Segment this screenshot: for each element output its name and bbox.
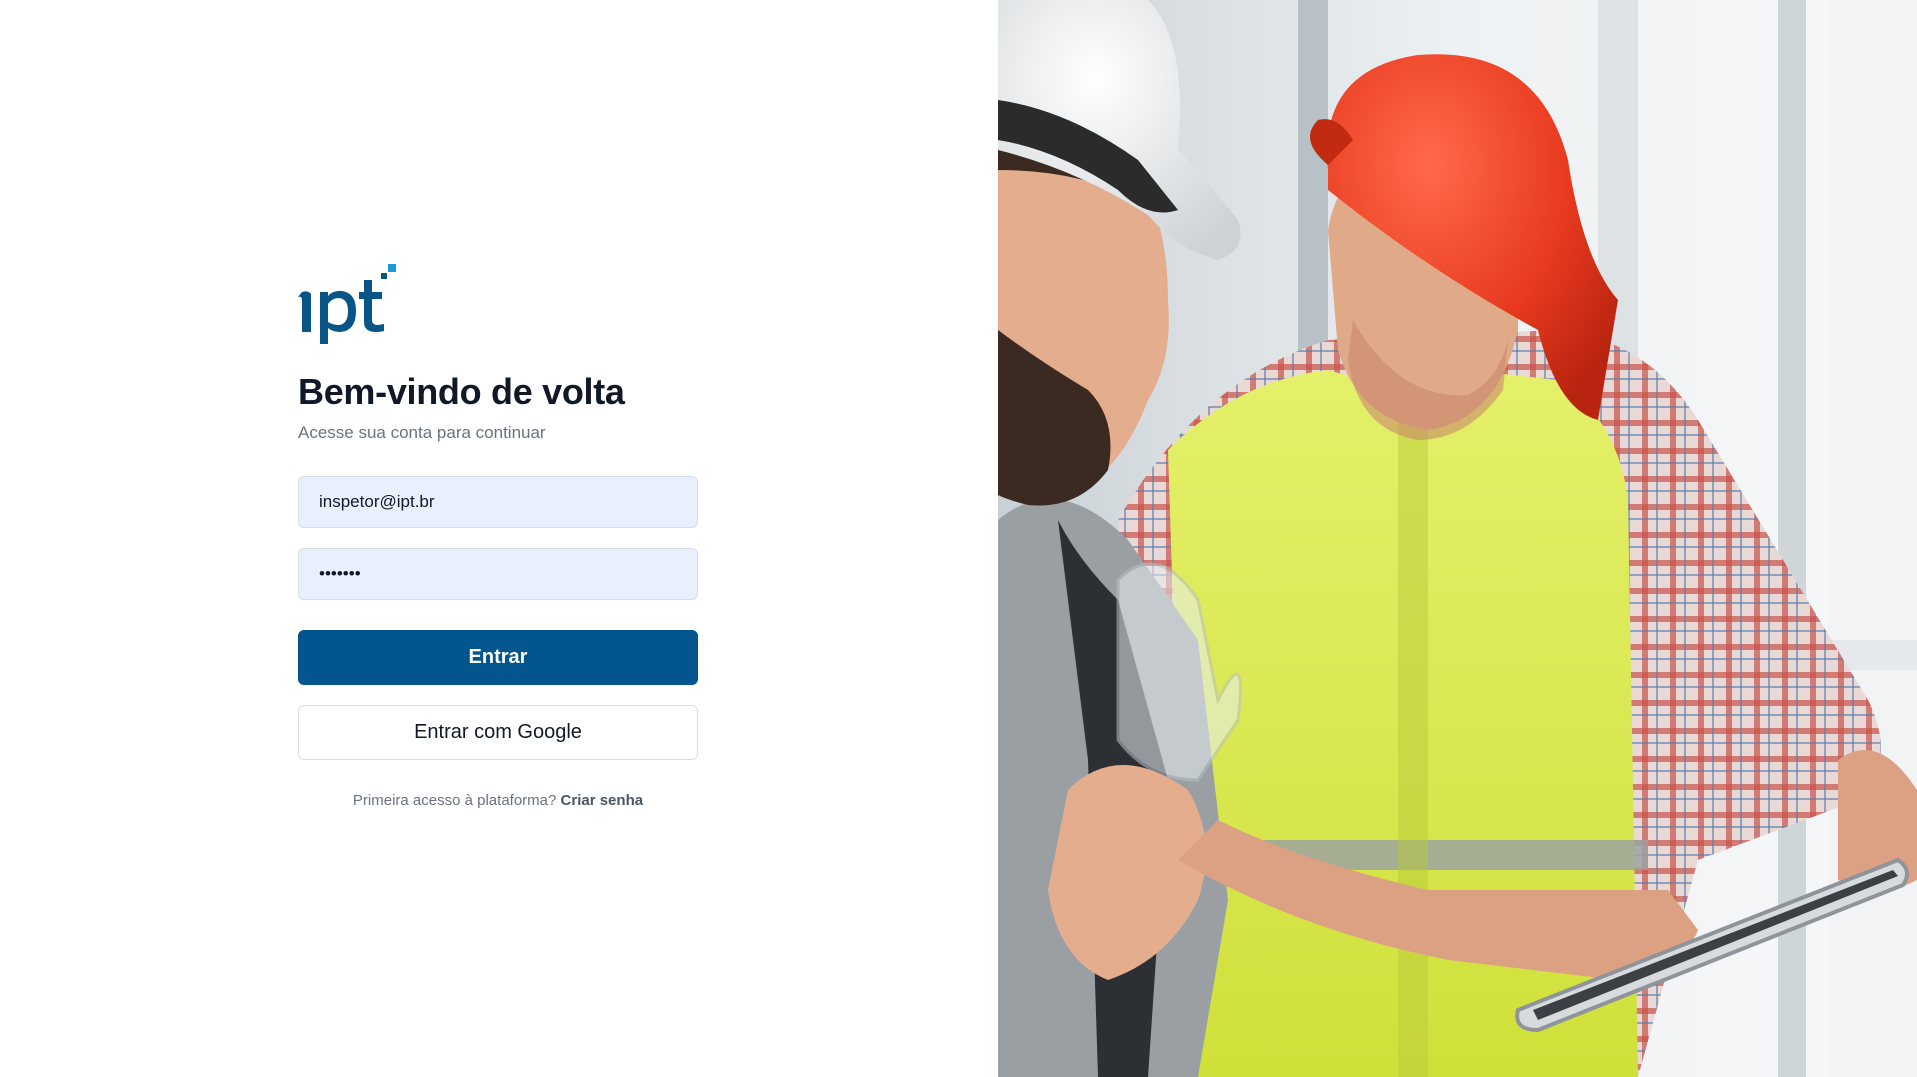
login-page: Bem-vindo de volta Acesse sua conta para… (0, 0, 1917, 1077)
page-subtitle: Acesse sua conta para continuar (298, 423, 546, 442)
hero-image (998, 0, 1917, 1077)
construction-workers-photo (998, 0, 1917, 1077)
first-access-row: Primeira acesso à plataforma? Criar senh… (298, 792, 698, 809)
google-login-button[interactable]: Entrar com Google (298, 705, 698, 760)
ipt-logo (298, 264, 396, 344)
login-card: Bem-vindo de volta Acesse sua conta para… (298, 262, 698, 809)
create-password-link[interactable]: Criar senha (561, 792, 644, 809)
password-field[interactable] (298, 548, 698, 600)
first-access-text: Primeira acesso à plataforma? (352, 792, 557, 809)
page-title: Bem-vindo de volta (298, 371, 625, 412)
email-field[interactable] (298, 476, 698, 528)
login-panel: Bem-vindo de volta Acesse sua conta para… (0, 0, 998, 1077)
submit-button[interactable]: Entrar (298, 630, 698, 685)
